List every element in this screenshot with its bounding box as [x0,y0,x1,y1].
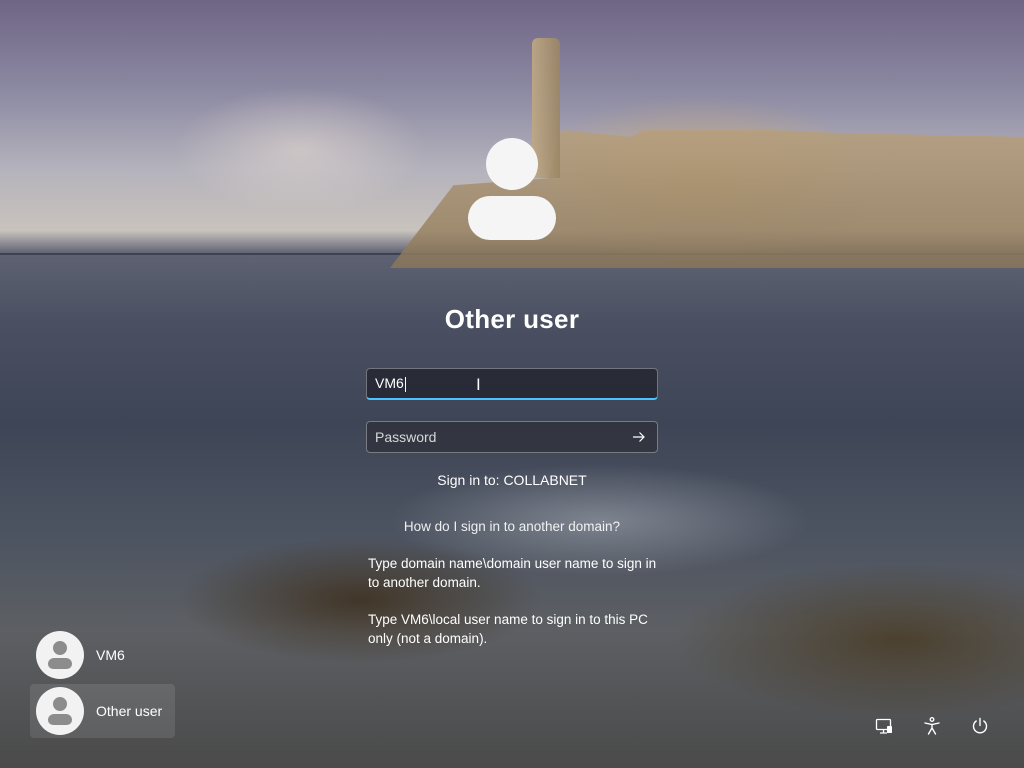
user-avatar-large-icon [468,138,556,240]
password-field[interactable]: Password [366,421,658,453]
user-name: VM6 [96,647,125,663]
password-placeholder: Password [375,429,437,445]
help-text-domain: Type domain name\domain user name to sig… [368,556,657,590]
submit-arrow-button[interactable] [629,427,649,447]
text-caret [404,376,406,392]
accessibility-button[interactable] [920,714,944,738]
user-avatar-icon [36,687,84,735]
other-domain-help-link[interactable]: How do I sign in to another domain? [312,519,712,534]
power-icon [972,717,988,734]
power-button[interactable] [968,714,992,738]
ibeam-cursor-icon: I [476,375,481,394]
arrow-right-icon [633,432,645,442]
account-title: Other user [444,304,580,334]
user-avatar-icon [36,631,84,679]
user-tile-other-user[interactable]: Other user [30,684,175,738]
network-button[interactable] [872,714,896,738]
help-text-local: Type VM6\local user name to sign in to t… [368,612,648,646]
sign-in-domain-text: Sign in to: COLLABNET [437,472,587,488]
username-field[interactable]: VM6 [366,368,658,400]
username-value: VM6 [375,375,406,392]
user-tile-vm6[interactable]: VM6 [30,628,175,682]
accessibility-icon [924,717,940,735]
user-name: Other user [96,703,163,719]
network-icon [875,718,892,734]
